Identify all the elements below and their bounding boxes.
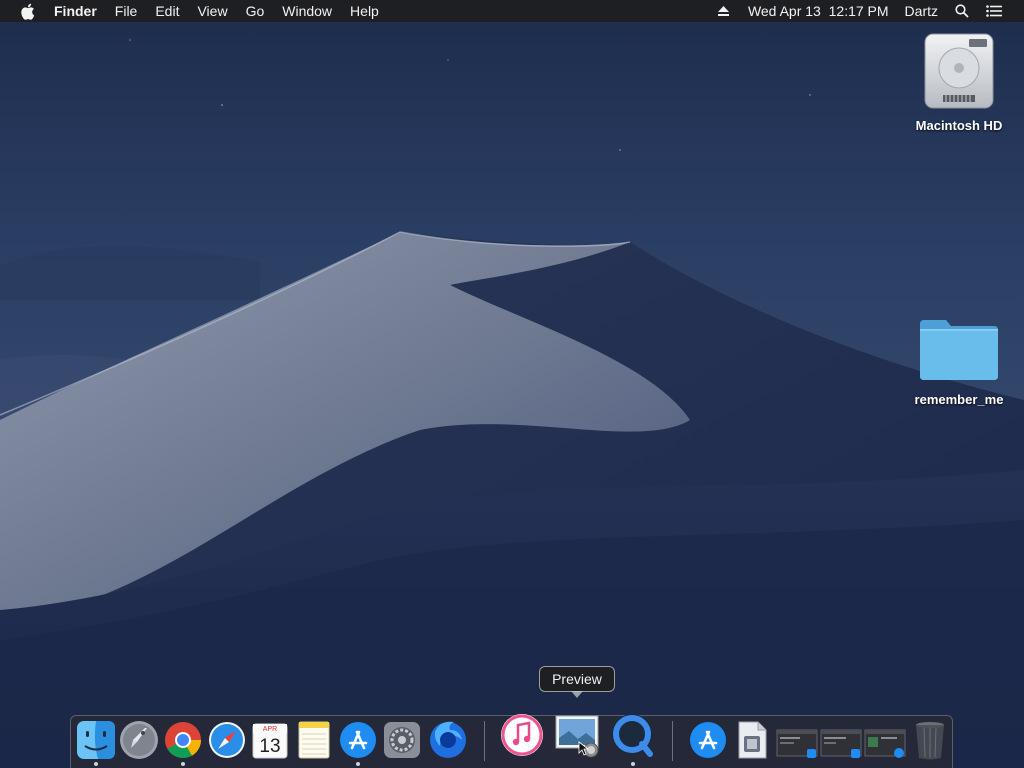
menu-user[interactable]: Dartz (897, 0, 946, 22)
document-icon (738, 721, 767, 759)
calendar-month: APR (263, 726, 277, 733)
desktop-icon-label: Macintosh HD (915, 118, 1003, 133)
desktop-wallpaper (0, 0, 1024, 768)
desktop-icon-macintosh-hd[interactable]: Macintosh HD (904, 30, 1014, 133)
chrome-icon (165, 722, 201, 759)
quicktime-icon (612, 714, 653, 757)
dock-chrome[interactable] (161, 718, 205, 762)
firefox-icon (430, 721, 466, 758)
dock-firefox[interactable] (426, 716, 470, 760)
folder-icon (904, 314, 1014, 388)
safari-icon (209, 722, 245, 758)
menu-go[interactable]: Go (237, 0, 274, 22)
desktop-icon-remember-me[interactable]: remember_me (904, 314, 1014, 407)
dock-preview[interactable] (554, 712, 602, 760)
hard-drive-icon (904, 30, 1014, 114)
calendar-day: 13 (259, 736, 280, 757)
trash-icon (916, 722, 944, 760)
calendar-icon: APR 13 (252, 723, 288, 759)
menu-app-finder[interactable]: Finder (45, 0, 106, 22)
dock-quicktime[interactable] (610, 712, 656, 758)
menu-window[interactable]: Window (273, 0, 341, 22)
tooltip-arrow (571, 691, 583, 698)
dock-launchpad[interactable] (117, 718, 161, 762)
window-thumbnail-icon (864, 729, 906, 758)
dock-running-indicator (94, 762, 98, 766)
dock-tooltip: Preview (539, 666, 615, 692)
dock-system-preferences[interactable] (380, 718, 424, 762)
system-preferences-icon (384, 722, 420, 758)
dock-finder[interactable] (74, 718, 118, 762)
dock-notes[interactable] (292, 718, 336, 762)
notes-icon (298, 721, 330, 759)
dock-app-store[interactable] (336, 718, 380, 762)
app-store-folder-icon (690, 722, 726, 758)
dock-window-thumbnail-2[interactable] (820, 722, 862, 760)
menu-file[interactable]: File (106, 0, 147, 22)
finder-icon (77, 721, 115, 759)
dock-calendar[interactable]: APR 13 (248, 718, 292, 762)
menu-help[interactable]: Help (341, 0, 388, 22)
spotlight-search-icon[interactable] (946, 0, 978, 22)
dock-running-indicator (181, 762, 185, 766)
menu-view[interactable]: View (188, 0, 236, 22)
window-thumbnail-icon (820, 729, 862, 758)
dock-running-indicator (356, 762, 360, 766)
menu-edit[interactable]: Edit (146, 0, 188, 22)
dock-running-indicator (631, 762, 635, 766)
dock-document[interactable] (730, 718, 774, 762)
launchpad-icon (120, 721, 158, 759)
menu-bar: Finder File Edit View Go Window Help Wed… (0, 0, 1024, 22)
app-store-icon (340, 722, 376, 758)
itunes-icon (501, 714, 543, 756)
window-thumbnail-icon (776, 729, 818, 758)
apple-menu-icon[interactable] (20, 0, 36, 22)
dock-separator (672, 721, 673, 761)
dock-window-thumbnail-3[interactable] (864, 722, 906, 760)
dock-separator (484, 721, 485, 761)
dock-trash[interactable] (908, 718, 952, 762)
preview-icon (555, 715, 599, 758)
dock-app-store-folder[interactable] (686, 718, 730, 762)
notification-center-icon[interactable] (978, 0, 1010, 22)
dock-safari[interactable] (205, 718, 249, 762)
menu-clock[interactable]: Wed Apr 13 12:17 PM (740, 0, 897, 22)
dock-itunes[interactable] (499, 712, 543, 756)
desktop-icon-label: remember_me (914, 392, 1004, 407)
dock-window-thumbnail-1[interactable] (776, 722, 818, 760)
eject-icon[interactable] (708, 0, 740, 22)
